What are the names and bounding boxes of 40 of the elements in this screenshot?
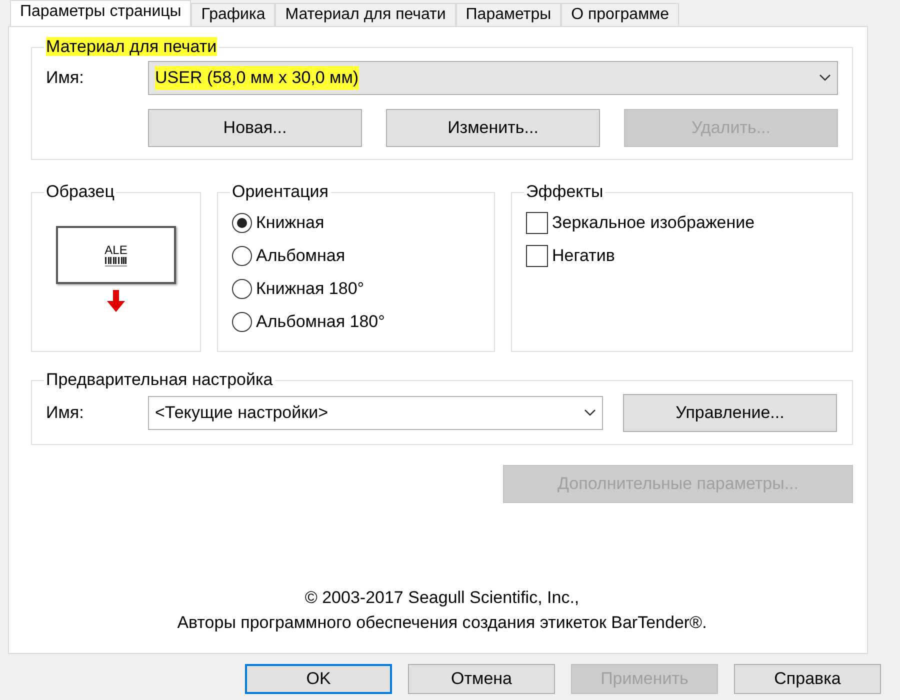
tab[interactable]: Параметры — [456, 3, 562, 26]
tab[interactable]: Материал для печати — [275, 3, 456, 26]
radio-button[interactable] — [232, 278, 252, 298]
radio-label[interactable]: Альбомная — [256, 246, 346, 266]
dialog-button[interactable]: Справка — [734, 664, 881, 694]
barcode-icon — [105, 257, 127, 267]
tab[interactable]: О программе — [561, 3, 679, 26]
group-title: Ориентация — [231, 182, 330, 202]
checkbox[interactable] — [526, 212, 548, 234]
tab[interactable]: Графика — [191, 3, 276, 26]
label-text: ALE — [104, 243, 128, 257]
media-dropdown[interactable]: USER (58,0 мм x 30,0 мм) — [148, 61, 838, 95]
tab[interactable]: Параметры страницы — [10, 0, 192, 26]
radio-button[interactable] — [232, 312, 252, 332]
checkbox[interactable] — [526, 244, 548, 266]
copyright-text: Авторы программного обеспечения создания этикеток BarTender®. — [176, 612, 708, 634]
checkbox-label[interactable]: Зеркальное изображение — [552, 212, 755, 232]
group-title: Материал для печати — [46, 37, 217, 56]
manage-button[interactable]: Управление... — [623, 394, 837, 432]
dialog-button[interactable]: Новая... — [148, 109, 362, 147]
dropdown-value: USER (58,0 мм x 30,0 мм) — [155, 66, 359, 90]
name-label: Имя: — [46, 68, 85, 88]
radio-label[interactable]: Книжная 180° — [256, 278, 364, 298]
preset-dropdown[interactable]: <Текущие настройки> — [148, 396, 603, 430]
dialog-button[interactable]: Изменить... — [386, 109, 600, 147]
radio-button[interactable] — [232, 246, 252, 266]
dropdown-caret-icon — [584, 409, 596, 417]
radio-label[interactable]: Книжная — [256, 212, 324, 232]
down-arrow-icon — [107, 290, 125, 312]
copyright-text: © 2003-2017 Seagull Scientific, Inc., — [304, 587, 580, 609]
checkbox-label[interactable]: Негатив — [552, 246, 615, 266]
radio-label[interactable]: Альбомная 180° — [256, 312, 385, 332]
name-label: Имя: — [46, 403, 85, 423]
radio-button[interactable] — [232, 212, 252, 232]
group-title: Эффекты — [525, 182, 604, 202]
dialog-button[interactable]: Отмена — [408, 664, 555, 694]
group-title: Предварительная настройка — [45, 370, 274, 390]
group-title: Образец — [45, 182, 116, 202]
dropdown-caret-icon — [819, 74, 831, 82]
dialog-button[interactable]: OK — [245, 664, 392, 694]
